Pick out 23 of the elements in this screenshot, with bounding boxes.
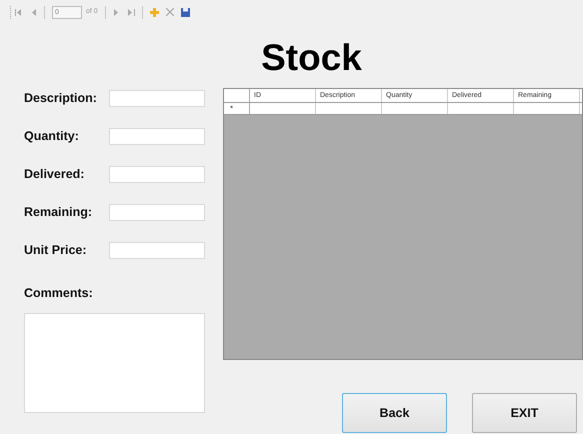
save-icon[interactable] (180, 8, 190, 16)
delete-icon[interactable] (166, 8, 174, 16)
field-label: Description: (24, 90, 98, 108)
text-field[interactable] (109, 204, 205, 221)
field-label: Unit Price: (24, 242, 88, 260)
action-button[interactable]: EXIT (472, 393, 577, 433)
text-field[interactable] (109, 242, 205, 259)
text-field[interactable] (109, 166, 205, 183)
action-button[interactable]: Back (342, 393, 447, 433)
first-record-icon[interactable] (15, 8, 22, 16)
comments-field[interactable] (24, 312, 205, 413)
row-header: * (224, 103, 250, 114)
last-record-icon[interactable] (128, 8, 135, 16)
text-field[interactable] (109, 90, 205, 107)
page-title: Stock (261, 36, 362, 80)
comments-label: Comments: (24, 285, 94, 302)
add-icon[interactable] (150, 8, 159, 16)
next-record-icon[interactable] (112, 8, 118, 16)
field-label: Remaining: (24, 204, 94, 222)
field-label: Quantity: (24, 128, 80, 146)
text-field[interactable] (109, 128, 205, 145)
field-label: Delivered: (24, 166, 86, 184)
previous-record-icon[interactable] (32, 8, 37, 16)
